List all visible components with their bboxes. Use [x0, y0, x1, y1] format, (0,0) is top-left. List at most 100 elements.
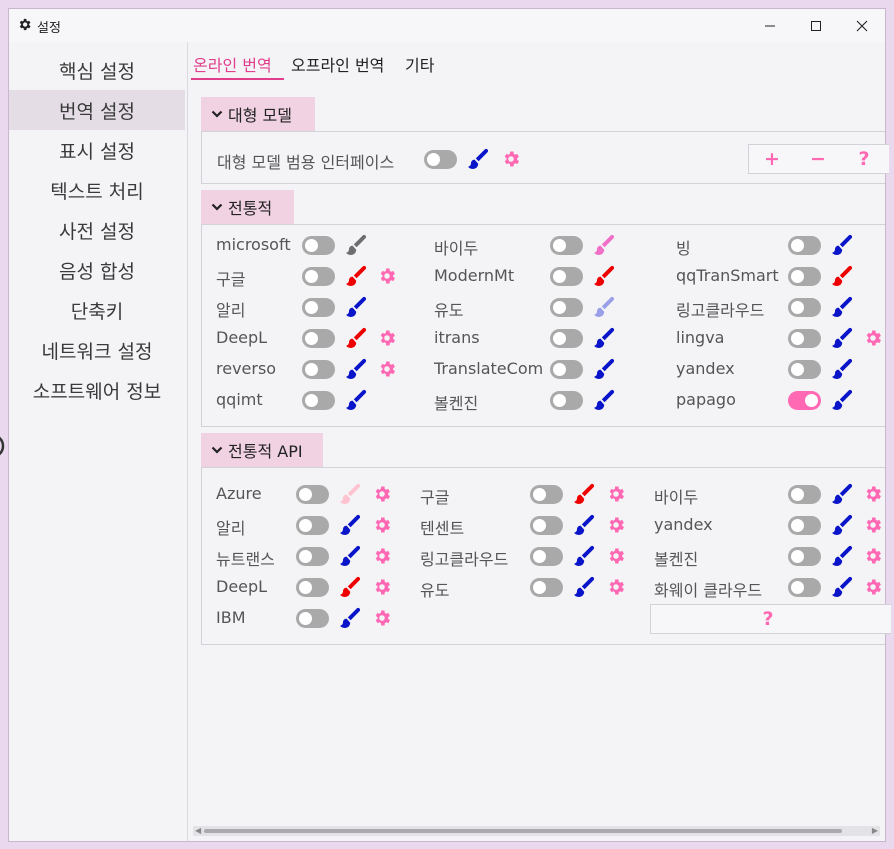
gear-icon[interactable]: [863, 577, 883, 597]
help-button[interactable]: ?: [841, 145, 887, 173]
toggle-modernmt[interactable]: [550, 267, 583, 286]
sidebar-item-network[interactable]: 네트워크 설정: [9, 330, 185, 370]
gear-icon[interactable]: [501, 149, 521, 169]
brush-icon[interactable]: [592, 357, 616, 381]
gear-icon[interactable]: [863, 484, 883, 504]
brush-icon[interactable]: [338, 575, 362, 599]
toggle-유도[interactable]: [530, 578, 563, 597]
close-button[interactable]: [839, 9, 885, 42]
toggle-텐센트[interactable]: [530, 516, 563, 535]
toggle-대형-모델-범용-인터페이스[interactable]: [424, 150, 457, 169]
gear-icon[interactable]: [606, 515, 626, 535]
brush-icon[interactable]: [592, 233, 616, 257]
gear-icon[interactable]: [863, 515, 883, 535]
toggle-링고클라우드[interactable]: [788, 298, 821, 317]
brush-icon[interactable]: [344, 264, 368, 288]
brush-icon[interactable]: [572, 544, 596, 568]
toggle-qqtransmart[interactable]: [788, 267, 821, 286]
brush-icon[interactable]: [592, 388, 616, 412]
toggle-알리[interactable]: [296, 516, 329, 535]
brush-icon[interactable]: [344, 295, 368, 319]
gear-icon[interactable]: [372, 515, 392, 535]
horizontal-scrollbar[interactable]: ◀ ▶: [193, 826, 880, 836]
toggle-yandex[interactable]: [788, 516, 821, 535]
sidebar-item-text-processing[interactable]: 텍스트 처리: [9, 170, 185, 210]
toggle-reverso[interactable]: [302, 360, 335, 379]
gear-icon[interactable]: [606, 577, 626, 597]
gear-icon[interactable]: [372, 577, 392, 597]
toggle-microsoft[interactable]: [302, 236, 335, 255]
sidebar-item-dictionary[interactable]: 사전 설정: [9, 210, 185, 250]
gear-icon[interactable]: [377, 328, 397, 348]
brush-icon[interactable]: [344, 326, 368, 350]
toggle-azure[interactable]: [296, 485, 329, 504]
brush-icon[interactable]: [830, 513, 854, 537]
group-header-traditional[interactable]: 전통적: [201, 190, 294, 224]
toggle-deepl[interactable]: [296, 578, 329, 597]
brush-icon[interactable]: [338, 606, 362, 630]
tab-other[interactable]: 기타: [405, 52, 434, 76]
sidebar-item-tts[interactable]: 음성 합성: [9, 250, 185, 290]
sidebar-item-core[interactable]: 핵심 설정: [9, 50, 185, 90]
toggle-링고클라우드[interactable]: [530, 547, 563, 566]
gear-icon[interactable]: [863, 546, 883, 566]
gear-icon[interactable]: [606, 484, 626, 504]
brush-icon[interactable]: [338, 544, 362, 568]
toggle-구글[interactable]: [530, 485, 563, 504]
toggle-papago[interactable]: [788, 391, 821, 410]
group-header-llm[interactable]: 대형 모델: [201, 97, 315, 131]
toggle-yandex[interactable]: [788, 360, 821, 379]
brush-icon[interactable]: [830, 482, 854, 506]
toggle-볼켄진[interactable]: [788, 547, 821, 566]
gear-icon[interactable]: [606, 546, 626, 566]
brush-icon[interactable]: [830, 264, 854, 288]
scroll-left-icon[interactable]: ◀: [195, 826, 201, 836]
scroll-right-icon[interactable]: ▶: [872, 826, 878, 836]
toggle-바이두[interactable]: [788, 485, 821, 504]
brush-icon[interactable]: [830, 357, 854, 381]
brush-icon[interactable]: [830, 295, 854, 319]
brush-icon[interactable]: [830, 544, 854, 568]
toggle-itrans[interactable]: [550, 329, 583, 348]
gear-icon[interactable]: [372, 484, 392, 504]
sidebar-item-about[interactable]: 소프트웨어 정보: [9, 370, 185, 410]
brush-icon[interactable]: [830, 326, 854, 350]
brush-icon[interactable]: [830, 388, 854, 412]
toggle-lingva[interactable]: [788, 329, 821, 348]
scrollbar-thumb[interactable]: [204, 829, 842, 833]
brush-icon[interactable]: [466, 147, 490, 171]
brush-icon[interactable]: [572, 575, 596, 599]
minimize-button[interactable]: [747, 9, 793, 42]
brush-icon[interactable]: [830, 575, 854, 599]
sidebar-item-hotkeys[interactable]: 단축키: [9, 290, 185, 330]
gear-icon[interactable]: [372, 546, 392, 566]
brush-icon[interactable]: [344, 357, 368, 381]
toggle-유도[interactable]: [550, 298, 583, 317]
toggle-ibm[interactable]: [296, 609, 329, 628]
toggle-qqimt[interactable]: [302, 391, 335, 410]
sidebar-item-display[interactable]: 표시 설정: [9, 130, 185, 170]
brush-icon[interactable]: [572, 482, 596, 506]
brush-icon[interactable]: [344, 233, 368, 257]
add-button[interactable]: +: [749, 145, 795, 173]
brush-icon[interactable]: [344, 388, 368, 412]
brush-icon[interactable]: [592, 326, 616, 350]
toggle-알리[interactable]: [302, 298, 335, 317]
tab-online-translation[interactable]: 온라인 번역: [193, 52, 272, 76]
toggle-구글[interactable]: [302, 267, 335, 286]
brush-icon[interactable]: [592, 264, 616, 288]
brush-icon[interactable]: [592, 295, 616, 319]
brush-icon[interactable]: [830, 233, 854, 257]
gear-icon[interactable]: [372, 608, 392, 628]
toggle-빙[interactable]: [788, 236, 821, 255]
tab-offline-translation[interactable]: 오프라인 번역: [291, 52, 384, 76]
toggle-바이두[interactable]: [550, 236, 583, 255]
brush-icon[interactable]: [572, 513, 596, 537]
gear-icon[interactable]: [377, 266, 397, 286]
toggle-볼켄진[interactable]: [550, 391, 583, 410]
group-header-api[interactable]: 전통적 API: [201, 433, 323, 467]
maximize-button[interactable]: [793, 9, 839, 42]
sidebar-item-translation[interactable]: 번역 설정: [9, 90, 185, 130]
brush-icon[interactable]: [338, 513, 362, 537]
toggle-화웨이-클라우드[interactable]: [788, 578, 821, 597]
